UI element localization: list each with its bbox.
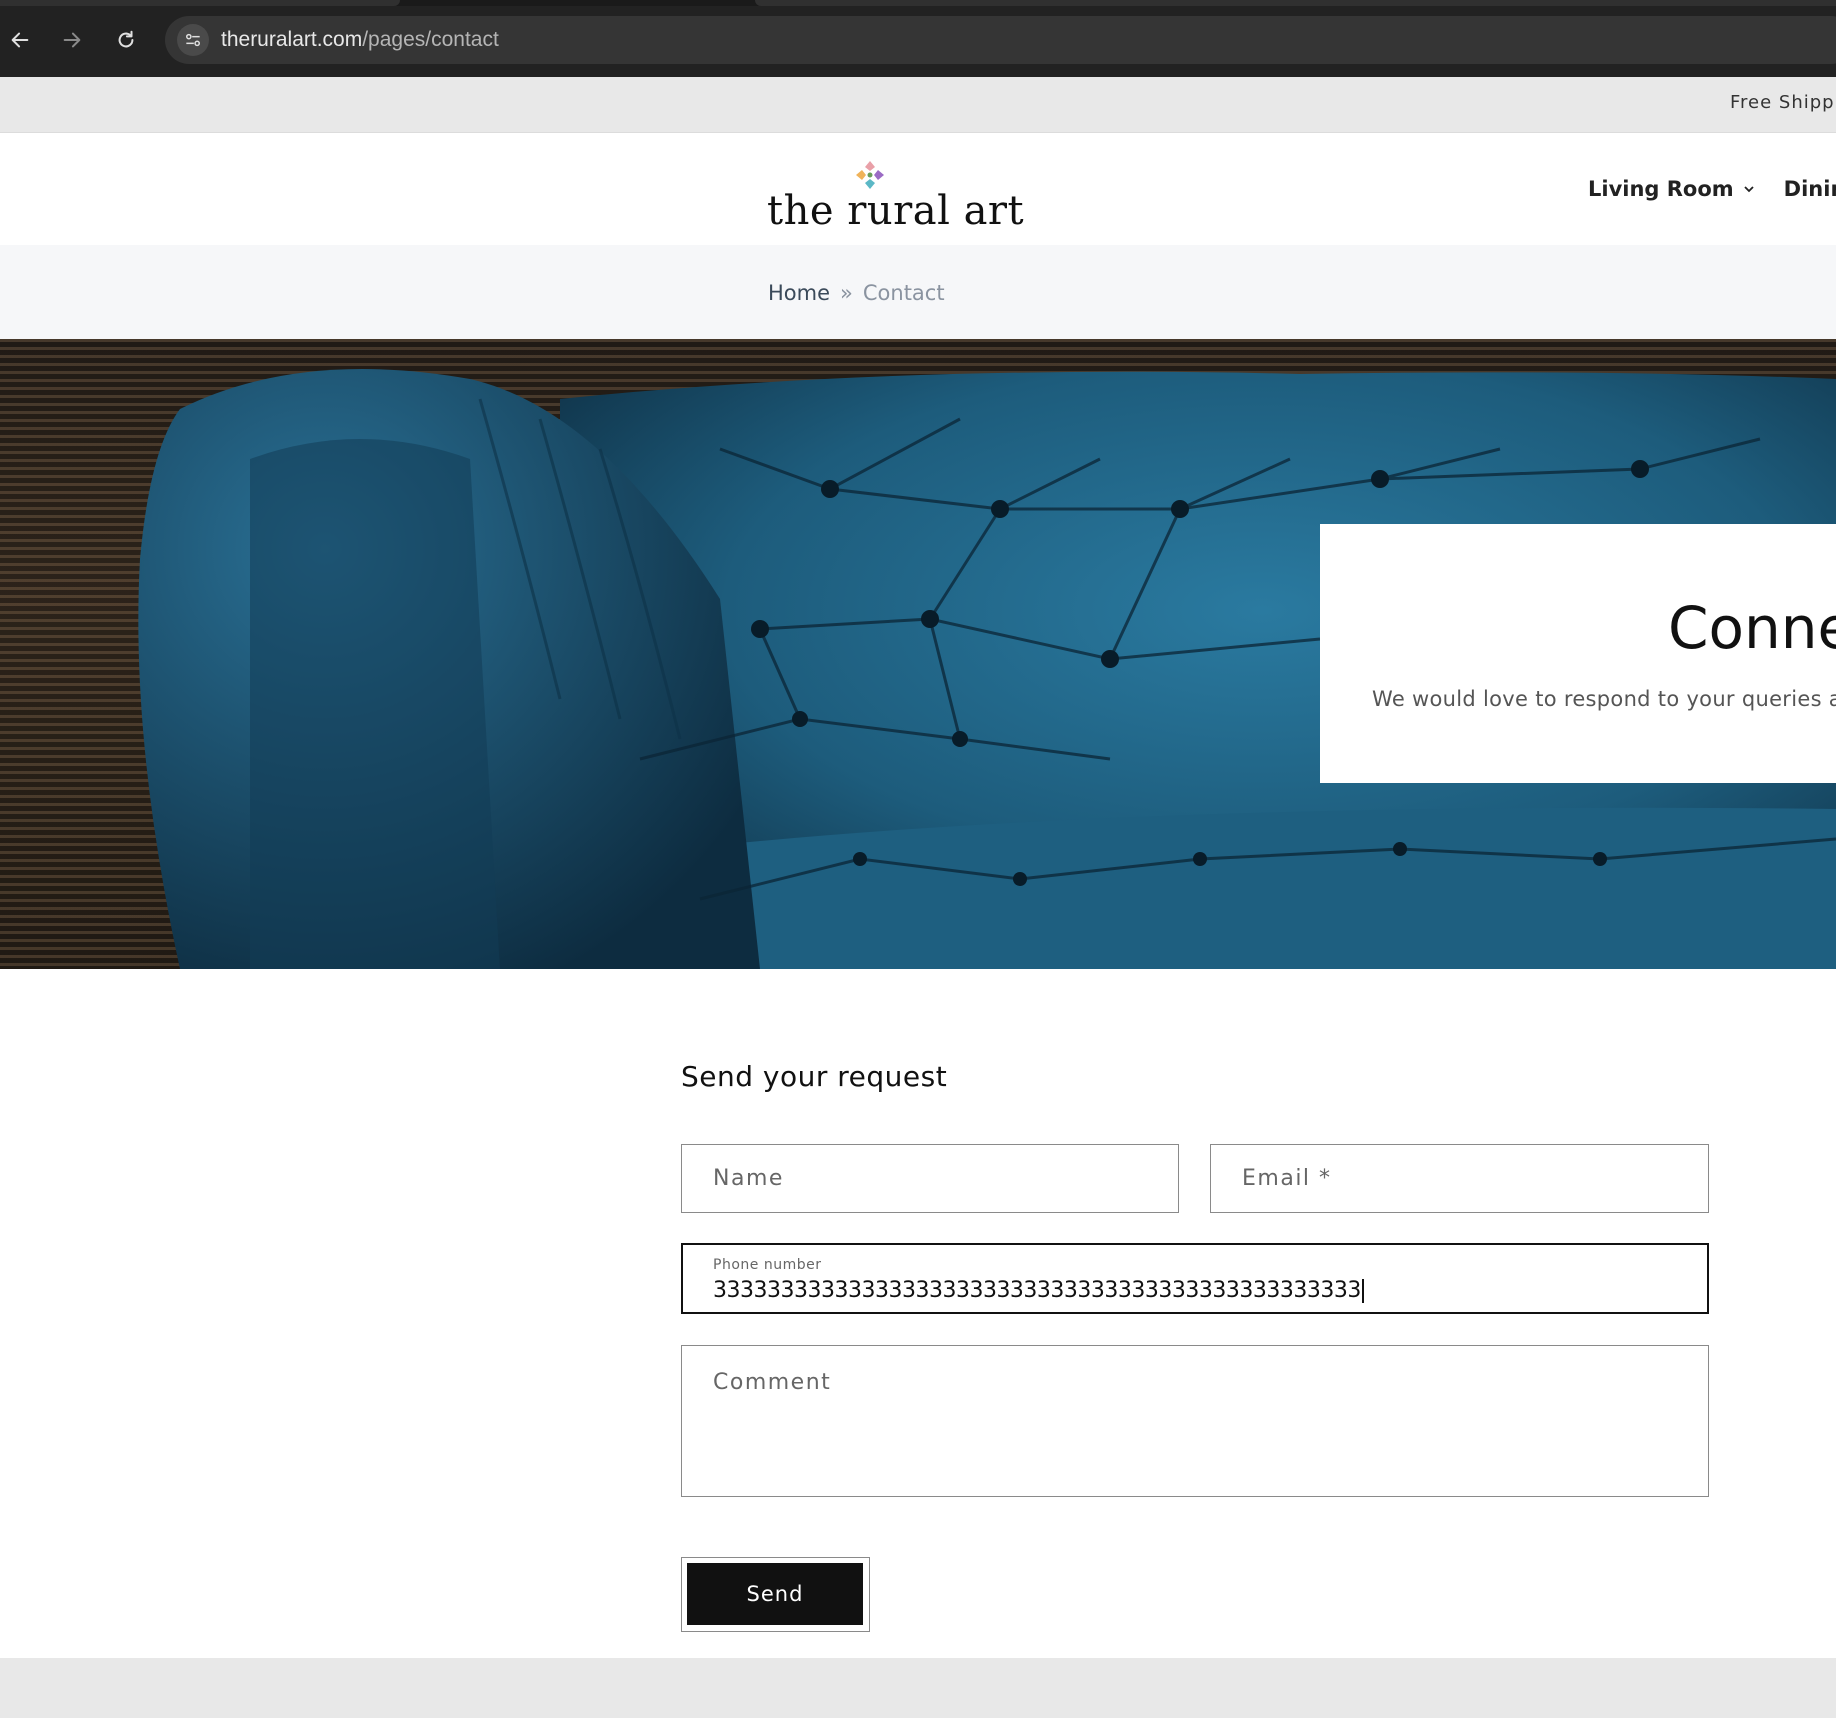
form-title: Send your request — [681, 1060, 948, 1093]
url-domain: theruralart.com — [221, 28, 363, 51]
breadcrumb-home-link[interactable]: Home — [768, 281, 830, 305]
text-caret — [1361, 1279, 1364, 1303]
footer-bar — [0, 1658, 1836, 1718]
email-placeholder: Email * — [1242, 1166, 1332, 1191]
nav-item-label: Dining — [1783, 177, 1836, 201]
forward-arrow-icon — [63, 32, 81, 48]
hero-banner: Conne We would love to respond to your q… — [0, 339, 1836, 969]
phone-label: Phone number — [713, 1257, 822, 1273]
name-placeholder: Name — [713, 1166, 784, 1191]
breadcrumb-separator: » — [840, 281, 853, 305]
logo-wordmark: the rural art — [767, 188, 1025, 234]
tab-inactive[interactable] — [755, 0, 1836, 6]
comment-placeholder: Comment — [713, 1370, 832, 1395]
announcement-bar: Free Shippi — [0, 77, 1836, 133]
phone-value: 3333333333333333333333333333333333333333… — [713, 1278, 1364, 1303]
hero-subtitle: We would love to respond to your queries… — [1372, 687, 1836, 711]
tab-strip — [0, 0, 1836, 6]
nav-item-label: Living Room — [1588, 177, 1734, 201]
name-field[interactable]: Name — [681, 1144, 1179, 1213]
site-logo[interactable]: the rural art — [765, 158, 1024, 234]
email-field[interactable]: Email * — [1210, 1144, 1709, 1213]
forward-button[interactable] — [54, 22, 90, 58]
send-button[interactable]: Send — [687, 1563, 863, 1625]
browser-toolbar: theruralart.com/pages/contact — [0, 0, 1836, 77]
comment-field[interactable]: Comment — [681, 1345, 1709, 1497]
site-header: the rural art Living Room Dining — [0, 133, 1836, 245]
reload-button[interactable] — [108, 22, 144, 58]
nav-item-living-room[interactable]: Living Room — [1588, 177, 1756, 201]
url-path: /pages/contact — [362, 28, 499, 51]
nav-item-dining[interactable]: Dining — [1784, 177, 1836, 201]
back-button[interactable] — [2, 22, 38, 58]
site-settings-icon[interactable] — [177, 24, 209, 56]
breadcrumb-bar: Home » Contact — [0, 245, 1836, 339]
announcement-text: Free Shippi — [1730, 92, 1836, 113]
phone-field[interactable]: Phone number 333333333333333333333333333… — [681, 1243, 1709, 1314]
back-arrow-icon — [11, 32, 29, 48]
chevron-down-icon — [1744, 186, 1754, 193]
main-nav: Living Room Dining — [1588, 177, 1836, 201]
connect-card: Conne We would love to respond to your q… — [1320, 524, 1836, 783]
phone-value-text: 3333333333333333333333333333333333333333… — [713, 1278, 1361, 1303]
send-button-focus-ring: Send — [681, 1557, 870, 1632]
tab-active[interactable] — [0, 0, 400, 6]
breadcrumb: Home » Contact — [768, 281, 945, 305]
logo-flower-icon — [856, 161, 884, 189]
address-bar[interactable]: theruralart.com/pages/contact — [165, 16, 1836, 64]
hero-title: Conne — [1668, 594, 1836, 662]
reload-icon — [118, 30, 134, 48]
breadcrumb-current: Contact — [862, 281, 945, 305]
url-text[interactable]: theruralart.com/pages/contact — [221, 28, 499, 52]
